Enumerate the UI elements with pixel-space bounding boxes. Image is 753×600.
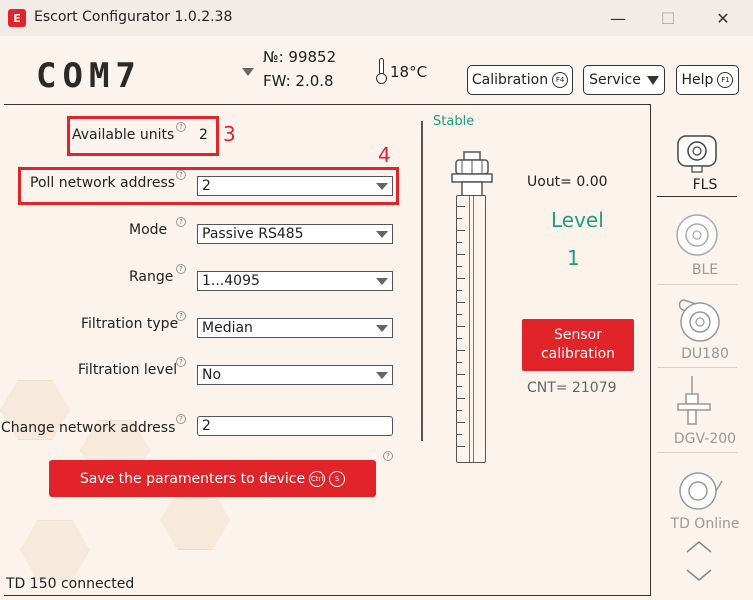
- sidebar-item-du180[interactable]: DU180: [657, 346, 753, 362]
- calibration-label: Calibration: [471, 72, 549, 88]
- change-address-help-icon[interactable]: ?: [176, 414, 186, 424]
- poll-address-help-icon[interactable]: ?: [176, 170, 186, 180]
- uout-readout: Uout= 0.00: [527, 174, 608, 190]
- app-logo-icon: E: [8, 9, 26, 27]
- sensor-probe-gauge: [456, 195, 486, 463]
- help-button[interactable]: Help F1: [676, 65, 739, 95]
- close-button[interactable]: ✕: [708, 6, 738, 30]
- change-address-input[interactable]: 2: [197, 416, 393, 436]
- serial-number: №: 99852: [263, 48, 337, 66]
- poll-address-select[interactable]: 2: [197, 176, 393, 196]
- sensor-calibration-line2: calibration: [540, 346, 616, 362]
- available-units-help-icon[interactable]: ?: [176, 122, 186, 132]
- sidebar-divider: [657, 452, 737, 453]
- service-menu-button[interactable]: Service: [583, 65, 665, 95]
- connection-status: TD 150 connected: [6, 576, 135, 592]
- chevron-down-icon: [376, 231, 388, 238]
- filtration-type-select[interactable]: Median: [197, 318, 393, 338]
- chevron-down-icon[interactable]: [686, 569, 712, 581]
- ble-sensor-icon[interactable]: [674, 212, 720, 258]
- annotation-number-4: 4: [378, 143, 391, 167]
- thermometer-icon: [376, 58, 387, 84]
- temperature-readout: 18°C: [390, 63, 428, 81]
- sensor-calibration-button[interactable]: Sensor calibration: [522, 319, 634, 371]
- filtration-level-help-icon[interactable]: ?: [176, 357, 186, 367]
- save-help-icon[interactable]: ?: [383, 451, 393, 461]
- help-label: Help: [681, 72, 714, 88]
- cnt-readout: CNT= 21079: [527, 380, 617, 396]
- firmware-version: FW: 2.0.8: [263, 72, 334, 90]
- calibration-button[interactable]: Calibration F4: [467, 65, 573, 95]
- service-label: Service: [589, 72, 641, 88]
- sidebar-divider: [657, 284, 737, 285]
- f4-key-icon: F4: [552, 72, 569, 88]
- filtration-level-select[interactable]: No: [197, 365, 393, 385]
- sidebar-item-td-online[interactable]: TD Online: [657, 516, 753, 532]
- chevron-down-icon: [376, 278, 388, 285]
- ctrl-key-icon: Ctrl: [309, 470, 326, 487]
- save-button-label: Save the paramenters to device: [79, 470, 306, 487]
- filtration-type-label: Filtration type: [81, 316, 179, 332]
- service-dropdown-icon: [646, 75, 659, 85]
- filtration-type-help-icon[interactable]: ?: [176, 311, 186, 321]
- mode-label: Mode: [129, 222, 168, 238]
- sidebar-divider: [657, 367, 737, 368]
- s-key-icon: S: [329, 470, 346, 487]
- sidebar-item-ble[interactable]: BLE: [657, 262, 753, 278]
- maximize-button[interactable]: ☐: [653, 6, 683, 30]
- divider-line: [421, 121, 423, 441]
- mode-help-icon[interactable]: ?: [176, 217, 186, 227]
- td-online-sensor-icon[interactable]: [674, 466, 724, 516]
- save-parameters-button[interactable]: Save the paramenters to device Ctrl S: [49, 460, 376, 497]
- available-units-value: 2: [199, 127, 208, 143]
- level-value: 1: [567, 246, 580, 270]
- sensor-calibration-line1: Sensor: [553, 327, 602, 343]
- chevron-up-icon[interactable]: [686, 541, 712, 553]
- dgv200-sensor-icon[interactable]: [674, 374, 720, 430]
- title-bar: E Escort Configurator 1.0.2.38 — ☐ ✕: [0, 0, 753, 36]
- du180-sensor-icon[interactable]: [674, 292, 724, 344]
- sidebar-item-fls[interactable]: FLS: [657, 177, 753, 193]
- available-units-label: Available units: [72, 127, 175, 143]
- sensor-state: Stable: [433, 114, 475, 129]
- poll-address-label: Poll network address: [30, 175, 176, 191]
- sidebar-item-dgv200[interactable]: DGV-200: [657, 431, 753, 447]
- sensor-head-icon: [451, 151, 493, 196]
- active-item-underline: [657, 196, 737, 197]
- annotation-number-3: 3: [223, 122, 236, 146]
- filtration-level-label: Filtration level: [78, 362, 178, 378]
- minimize-button[interactable]: —: [603, 6, 633, 30]
- range-label: Range: [129, 269, 174, 285]
- fls-sensor-icon[interactable]: [674, 134, 720, 174]
- chevron-down-icon: [376, 372, 388, 379]
- port-dropdown-arrow-icon[interactable]: [242, 68, 254, 76]
- chevron-down-icon: [376, 183, 388, 190]
- window-title: Escort Configurator 1.0.2.38: [34, 9, 233, 25]
- chevron-down-icon: [376, 325, 388, 332]
- mode-select[interactable]: Passive RS485: [197, 224, 393, 244]
- change-address-label: Change network address: [1, 420, 176, 436]
- range-select[interactable]: 1...4095: [197, 271, 393, 291]
- port-name: COM7: [36, 56, 142, 96]
- level-label: Level: [551, 208, 604, 232]
- f1-key-icon: F1: [717, 72, 734, 88]
- range-help-icon[interactable]: ?: [176, 264, 186, 274]
